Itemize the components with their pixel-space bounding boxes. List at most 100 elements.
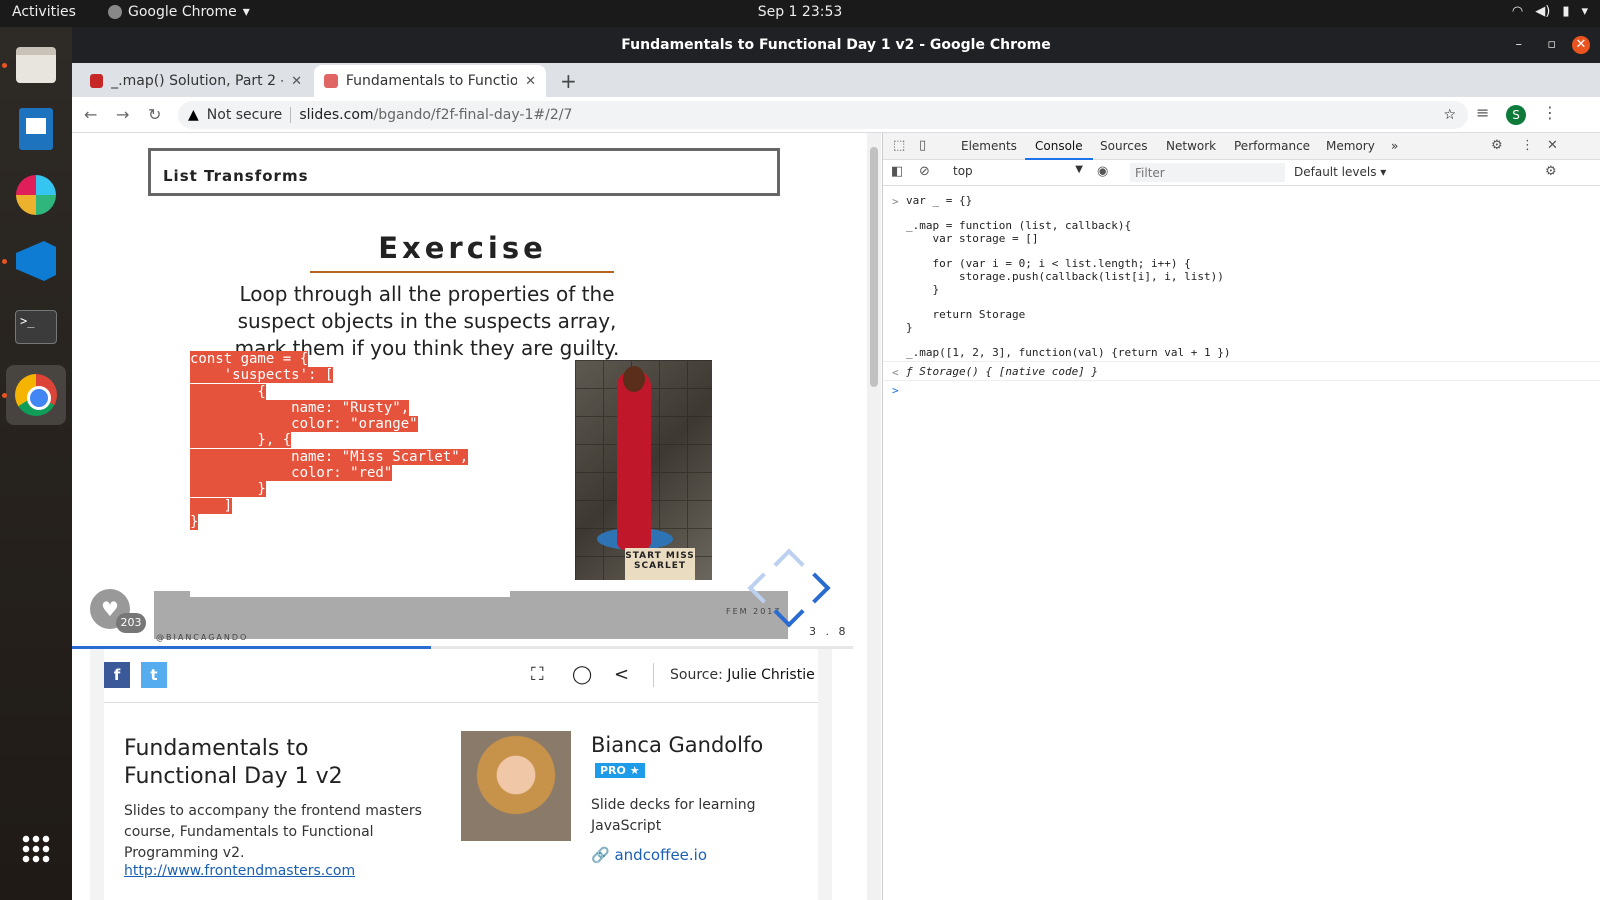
bookmark-star-icon[interactable]: ☆	[1443, 107, 1456, 123]
profile-avatar[interactable]: S	[1506, 105, 1526, 125]
dock: >_	[0, 27, 72, 900]
author-avatar[interactable]	[461, 731, 571, 841]
console-prompt-icon[interactable]: >	[892, 384, 899, 397]
nav-down-icon[interactable]	[773, 596, 805, 628]
system-tray[interactable]: ◠ ◀) ▮ ▾	[1512, 4, 1588, 19]
slide-prompt: Loop through all the properties of the s…	[234, 282, 620, 360]
tab-strip: _.map() Solution, Part 2 - J ✕ Fundament…	[72, 63, 1600, 97]
deck-link[interactable]: http://www.frontendmasters.com	[124, 863, 355, 879]
address-bar[interactable]: ▲ Not secure slides.com /bgando/f2f-fina…	[178, 101, 1468, 129]
devtools-tab-performance[interactable]: Performance	[1234, 139, 1310, 153]
nav-up-icon[interactable]	[773, 548, 805, 580]
log-levels-select[interactable]: Default levels ▾	[1294, 165, 1386, 179]
device-toolbar-icon[interactable]: ▯	[919, 138, 926, 153]
close-tab-icon[interactable]: ✕	[525, 74, 536, 89]
dock-files[interactable]	[2, 35, 66, 95]
photo-caption: START MISS SCARLET	[625, 548, 695, 580]
new-tab-button[interactable]: +	[560, 69, 577, 93]
fullscreen-icon[interactable]: ⛶	[531, 664, 544, 685]
slide-handle: @BIANCAGANDO	[156, 633, 249, 642]
slide-header: List Transforms	[148, 148, 780, 196]
files-icon	[16, 47, 56, 83]
vscode-icon	[16, 241, 56, 281]
share-icon[interactable]: <	[614, 664, 629, 685]
author-name[interactable]: Bianca Gandolfo	[591, 733, 763, 757]
media-control-icon[interactable]: ≡	[1476, 103, 1489, 122]
devtools-tab-sources[interactable]: Sources	[1100, 139, 1147, 153]
tab-favicon-icon	[324, 74, 338, 88]
dock-vscode[interactable]	[2, 231, 66, 291]
chrome-icon	[15, 374, 57, 416]
deck-description: Slides to accompany the frontend masters…	[124, 803, 422, 861]
tab-fundamentals[interactable]: Fundamentals to Functio ✕	[314, 65, 546, 97]
caret-down-icon: ▼	[1075, 164, 1083, 175]
tab-map-solution[interactable]: _.map() Solution, Part 2 - J ✕	[80, 65, 312, 97]
show-apps-button[interactable]	[6, 819, 66, 879]
log-levels-label: Default levels	[1294, 165, 1377, 179]
page-viewport: List Transforms Exercise Loop through al…	[72, 133, 853, 900]
maximize-button[interactable]: ▫	[1547, 36, 1556, 54]
clear-console-icon[interactable]: ⊘	[919, 164, 930, 179]
author-link[interactable]: 🔗 andcoffee.io	[591, 846, 707, 864]
devtools-menu-icon[interactable]: ⋮	[1521, 138, 1534, 153]
miss-scarlet-photo: START MISS SCARLET	[575, 360, 712, 580]
page-scrollbar[interactable]	[867, 133, 881, 900]
console-result[interactable]: ƒ Storage() { [native code] }	[906, 365, 1098, 379]
context-select[interactable]: top ▼	[953, 164, 1083, 178]
security-label[interactable]: Not secure	[207, 107, 283, 123]
tab-title: _.map() Solution, Part 2 - J	[111, 73, 284, 89]
dock-slack[interactable]	[6, 165, 66, 225]
close-tab-icon[interactable]: ✕	[291, 74, 302, 89]
console-line: }	[906, 321, 913, 334]
code-line: {	[190, 383, 266, 400]
minimize-button[interactable]: –	[1516, 36, 1523, 54]
code-line: }, {	[190, 432, 292, 449]
comment-icon[interactable]: ◯	[572, 664, 592, 685]
inspect-element-icon[interactable]: ⬚	[893, 138, 905, 153]
code-line: 'suspects': [	[190, 367, 334, 384]
slide-navigation	[744, 545, 834, 635]
facebook-share-button[interactable]: f	[104, 662, 130, 688]
system-top-bar: Activities Google Chrome ▾ Sep 1 23:53 ◠…	[0, 0, 1600, 27]
code-line: name: "Miss Scarlet",	[190, 448, 469, 465]
devtools-tab-memory[interactable]: Memory	[1326, 139, 1375, 153]
devtools-tab-elements[interactable]: Elements	[961, 139, 1017, 153]
settings-gear-icon[interactable]: ⚙	[1491, 138, 1503, 153]
output-chevron-icon: <	[892, 366, 899, 379]
dock-terminal[interactable]: >_	[6, 297, 66, 357]
dock-chrome[interactable]	[2, 365, 66, 425]
devtools-tab-network[interactable]: Network	[1166, 139, 1216, 153]
deck-details-area: f t ⛶ ◯ < Source: Julie Christie Fundame…	[90, 649, 832, 900]
clock[interactable]: Sep 1 23:53	[0, 4, 1600, 20]
chrome-menu-icon[interactable]: ⋮	[1542, 103, 1558, 122]
code-line: color: "orange"	[190, 416, 418, 433]
more-tabs-icon[interactable]: »	[1391, 139, 1398, 153]
slide: List Transforms Exercise Loop through al…	[72, 133, 853, 649]
window-titlebar[interactable]: Fundamentals to Functional Day 1 v2 - Go…	[72, 27, 1600, 63]
url-path: /bgando/f2f-final-day-1#/2/7	[373, 107, 573, 123]
dock-writer[interactable]	[6, 99, 66, 159]
forward-icon[interactable]: →	[116, 105, 129, 124]
nav-left-icon[interactable]	[747, 572, 779, 604]
warning-icon: ▲	[188, 107, 199, 123]
slide-heading: Exercise	[378, 231, 547, 265]
console-filter-input[interactable]	[1130, 163, 1285, 182]
code-block: const game = { 'suspects': [ { name: "Ru…	[190, 351, 469, 530]
reload-icon[interactable]: ↻	[148, 105, 161, 124]
eye-icon[interactable]: ◉	[1097, 164, 1108, 179]
nav-right-icon[interactable]	[799, 572, 831, 604]
back-icon[interactable]: ←	[84, 105, 97, 124]
slide-footer	[154, 591, 788, 639]
close-window-button[interactable]: ✕	[1572, 36, 1590, 54]
console-settings-gear-icon[interactable]: ⚙	[1545, 164, 1557, 179]
devtools-tab-bar: ⬚ ▯ Elements Console Sources Network Per…	[883, 133, 1600, 160]
close-devtools-icon[interactable]: ✕	[1547, 138, 1558, 153]
sidebar-toggle-icon[interactable]: ◧	[891, 164, 903, 179]
tab-title: Fundamentals to Functio	[345, 73, 518, 89]
code-line: const game = {	[190, 351, 309, 367]
scrollbar-thumb[interactable]	[870, 147, 878, 387]
devtools-tab-console[interactable]: Console	[1025, 139, 1093, 160]
twitter-share-button[interactable]: t	[141, 662, 167, 688]
console-line: var storage = []	[906, 232, 1039, 245]
slide-number: 3 . 8	[809, 625, 849, 638]
